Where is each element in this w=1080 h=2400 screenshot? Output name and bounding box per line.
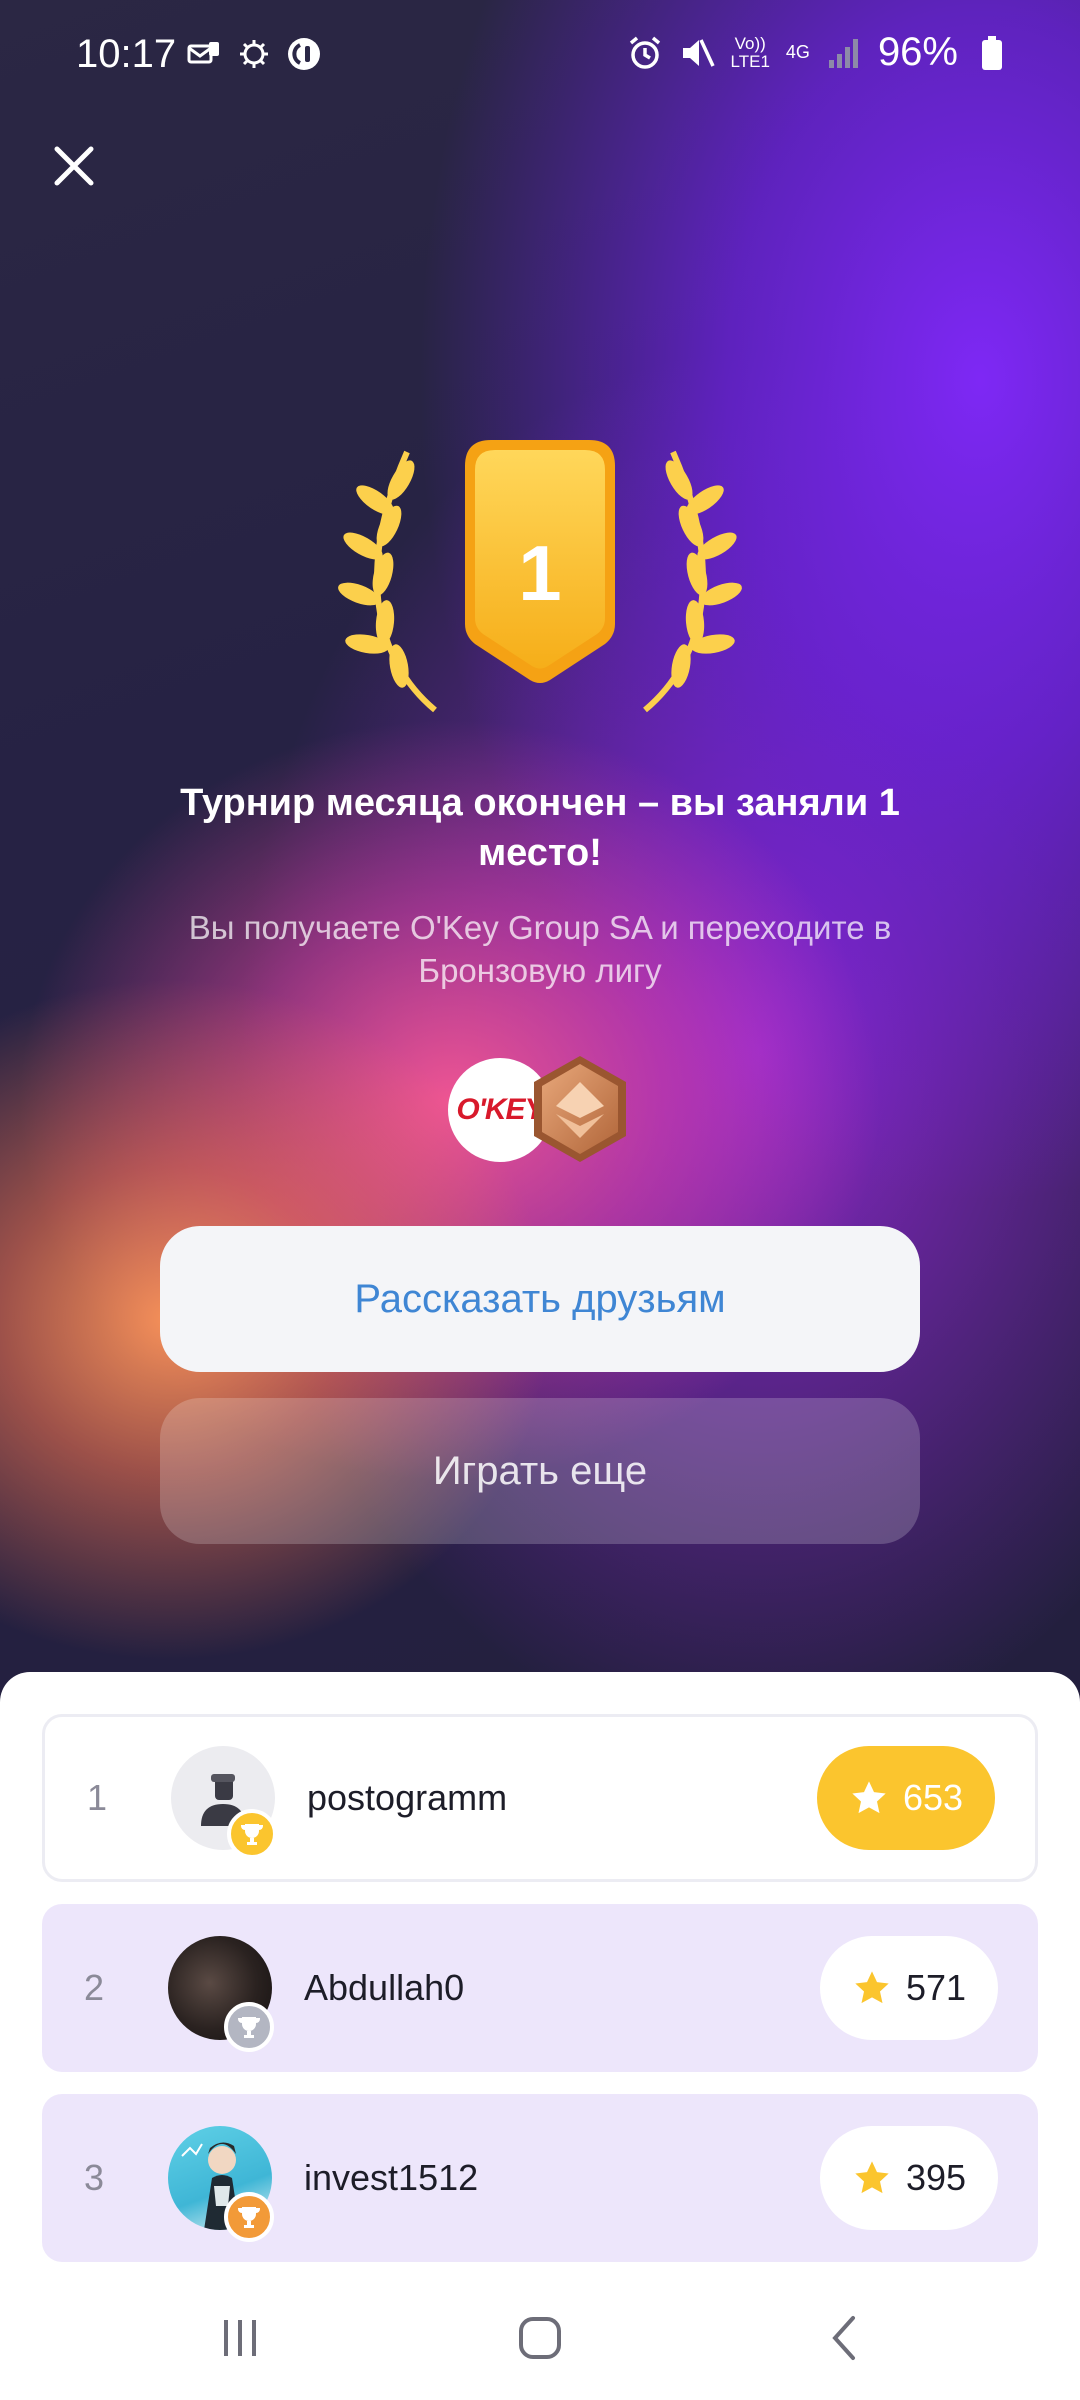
signal-icon [826,35,862,71]
home-icon [519,2317,561,2359]
result-title: Турнир месяца окончен – вы заняли 1 мест… [180,782,900,874]
score-pill: 395 [820,2126,998,2230]
network-type: 4G [785,42,810,62]
username: invest1512 [304,2157,479,2198]
battery-icon [974,35,1010,71]
status-bar: 10:17 Vo)) LTE1 4G 96% [0,0,1080,110]
star-icon [855,2161,889,2194]
status-time: 10:17 [76,32,177,76]
place-number: 1 [518,529,562,617]
rank-number: 3 [84,2157,105,2198]
recent-apps-button[interactable] [205,2308,275,2368]
leaderboard-row[interactable]: 2 Abdullah0 571 [42,1904,1038,2072]
silver-trophy-badge [224,2002,274,2052]
rank-number: 1 [87,1777,108,1818]
share-button[interactable]: Рассказать друзьям [160,1226,920,1372]
star-icon [852,1781,886,1814]
play-again-button[interactable]: Играть еще [160,1398,920,1544]
recent-apps-icon [224,2320,256,2356]
mail-icon [186,36,222,72]
circle-icon [286,36,322,72]
trophy-icon [238,2207,260,2228]
score-pill: 571 [820,1936,998,2040]
bronze-trophy-badge [224,2192,274,2242]
volte-indicator: Vo)) LTE1 [730,33,770,71]
trophy-icon [238,2017,260,2038]
trophy-icon [241,1824,263,1845]
system-nav-bar [0,2280,1080,2400]
bug-icon [236,36,272,72]
result-subtitle: Вы получаете O'Key Group SA и переходите… [188,909,892,989]
score-value: 395 [905,2157,967,2198]
place-badge: 1 [335,440,745,720]
gold-trophy-badge [227,1809,277,1859]
close-icon [54,146,94,186]
battery-percent: 96% [877,30,958,74]
leaderboard-row[interactable]: 1 postogramm 653 [42,1714,1038,1882]
score-value: 571 [905,1967,967,2008]
leaderboard-row[interactable]: 3 invest1512 395 [42,2094,1038,2262]
rank-number: 2 [84,1967,105,2008]
back-icon [832,2316,855,2360]
star-icon [855,1971,889,2004]
username: Abdullah0 [304,1967,465,2008]
mute-icon [679,35,715,71]
close-button[interactable] [48,140,100,192]
score-pill: 653 [817,1746,995,1850]
alarm-icon [627,35,663,71]
bronze-league-icon [528,1054,632,1164]
back-button[interactable] [810,2308,880,2368]
score-value: 653 [902,1777,964,1818]
username: postogramm [307,1777,508,1818]
home-button[interactable] [505,2308,575,2368]
